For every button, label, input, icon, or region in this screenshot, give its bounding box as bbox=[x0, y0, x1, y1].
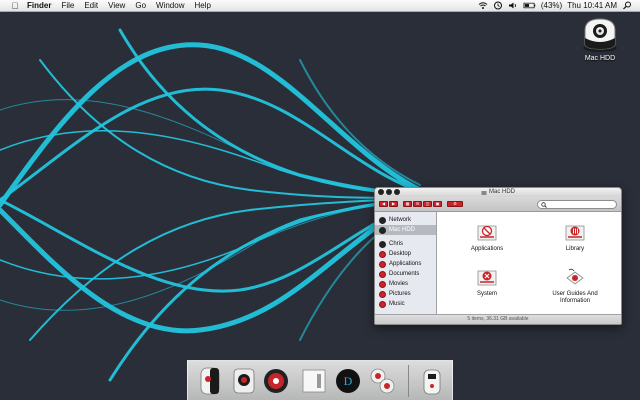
sidebar-item-label: Mac HDD bbox=[389, 227, 416, 233]
volume-icon[interactable] bbox=[508, 1, 518, 10]
menu-extras: (43%) Thu 10:41 AM bbox=[478, 1, 640, 10]
file-item-user-guides[interactable]: User Guides And Information bbox=[541, 267, 609, 305]
svg-text:D: D bbox=[344, 374, 353, 388]
search-icon bbox=[541, 201, 547, 208]
hdd-icon bbox=[379, 226, 386, 234]
sidebar-item-documents[interactable]: Documents bbox=[375, 269, 436, 279]
file-item-system[interactable]: System bbox=[453, 267, 521, 298]
menu-clock[interactable]: Thu 10:41 AM bbox=[567, 1, 617, 10]
forward-button[interactable]: ▶ bbox=[389, 201, 398, 207]
applications-folder-icon bbox=[477, 225, 497, 241]
sidebar-item-label: Music bbox=[389, 301, 405, 307]
network-icon bbox=[379, 216, 386, 224]
sidebar-item-movies[interactable]: Movies bbox=[375, 279, 436, 289]
apple-icon[interactable]:  bbox=[8, 1, 22, 11]
music-folder-icon bbox=[379, 300, 386, 308]
close-button[interactable] bbox=[378, 189, 384, 195]
wifi-icon[interactable] bbox=[478, 1, 488, 10]
view-buttons: ▦ ☰ ◫ ▣ bbox=[403, 201, 442, 207]
file-item-applications[interactable]: Applications bbox=[453, 222, 521, 253]
menu-edit[interactable]: Edit bbox=[79, 1, 103, 10]
mail-icon[interactable] bbox=[298, 364, 330, 398]
sidebar-item-mac-hdd[interactable]: Mac HDD bbox=[375, 225, 436, 235]
hdd-small-icon bbox=[481, 190, 487, 195]
hdd-icon bbox=[583, 18, 617, 52]
file-view[interactable]: Applications Library System User Guides … bbox=[437, 212, 621, 316]
zoom-button[interactable] bbox=[394, 189, 400, 195]
desktop-hdd-icon[interactable]: Mac HDD bbox=[574, 16, 626, 62]
sidebar-item-label: Chris bbox=[389, 241, 404, 247]
address-book-icon[interactable]: D bbox=[332, 364, 364, 398]
sidebar-item-label: Network bbox=[389, 217, 412, 223]
menu-bar:  Finder File Edit View Go Window Help (… bbox=[0, 0, 640, 12]
sidebar-item-label: Movies bbox=[389, 281, 409, 287]
dock: D bbox=[187, 360, 453, 400]
dashboard-icon[interactable] bbox=[228, 364, 260, 398]
action-button[interactable]: ⚙ bbox=[447, 201, 463, 207]
file-item-library[interactable]: Library bbox=[541, 222, 609, 253]
sidebar: Network Mac HDD Chris Desktop Applicatio… bbox=[375, 212, 437, 316]
file-item-label: Applications bbox=[470, 246, 504, 252]
time-machine-icon[interactable] bbox=[493, 1, 503, 10]
library-folder-icon bbox=[565, 225, 585, 241]
list-view-button[interactable]: ☰ bbox=[413, 201, 422, 207]
battery-icon[interactable] bbox=[523, 1, 536, 10]
sidebar-item-network[interactable]: Network bbox=[375, 215, 436, 225]
sidebar-item-applications[interactable]: Applications bbox=[375, 259, 436, 269]
menu-help[interactable]: Help bbox=[189, 1, 215, 10]
search-input[interactable] bbox=[549, 201, 615, 208]
file-item-label: System bbox=[476, 291, 497, 297]
pictures-folder-icon bbox=[379, 290, 386, 298]
back-button[interactable]: ◀ bbox=[379, 201, 388, 207]
window-toolbar: ◀ ▶ ▦ ☰ ◫ ▣ ⚙ bbox=[375, 197, 621, 212]
status-bar: 5 items, 36.31 GB available bbox=[375, 314, 621, 324]
ical-icon[interactable] bbox=[366, 364, 398, 398]
column-view-button[interactable]: ◫ bbox=[423, 201, 432, 207]
status-text: 5 items, 36.31 GB available bbox=[467, 316, 529, 322]
nav-buttons: ◀ ▶ bbox=[379, 201, 398, 207]
menu-go[interactable]: Go bbox=[130, 1, 151, 10]
file-item-label: User Guides And Information bbox=[552, 291, 598, 304]
movies-folder-icon bbox=[379, 280, 386, 288]
cover-flow-button[interactable]: ▣ bbox=[433, 201, 442, 207]
finder-window[interactable]: Mac HDD ◀ ▶ ▦ ☰ ◫ ▣ ⚙ Network Mac HDD Ch… bbox=[374, 187, 622, 325]
spotlight-icon[interactable] bbox=[622, 1, 632, 10]
sidebar-item-desktop[interactable]: Desktop bbox=[375, 249, 436, 259]
sidebar-item-label: Documents bbox=[389, 271, 420, 277]
menu-app-finder[interactable]: Finder bbox=[22, 1, 56, 10]
finder-icon[interactable] bbox=[194, 364, 226, 398]
file-item-label: Library bbox=[565, 246, 585, 252]
sidebar-item-chris[interactable]: Chris bbox=[375, 239, 436, 249]
sidebar-item-label: Applications bbox=[389, 261, 422, 267]
documents-folder-icon bbox=[379, 270, 386, 278]
sidebar-item-music[interactable]: Music bbox=[375, 299, 436, 309]
battery-percent[interactable]: (43%) bbox=[541, 1, 562, 10]
icon-view-button[interactable]: ▦ bbox=[403, 201, 412, 207]
menu-view[interactable]: View bbox=[103, 1, 130, 10]
sidebar-item-label: Desktop bbox=[389, 251, 412, 257]
system-folder-icon bbox=[477, 270, 497, 286]
window-body: Network Mac HDD Chris Desktop Applicatio… bbox=[375, 212, 621, 316]
search-field[interactable] bbox=[537, 200, 617, 209]
sidebar-item-label: Pictures bbox=[389, 291, 411, 297]
home-icon bbox=[379, 240, 386, 248]
dock-separator bbox=[408, 365, 409, 397]
trash-icon[interactable] bbox=[416, 364, 448, 398]
window-title: Mac HDD bbox=[481, 188, 515, 197]
menu-file[interactable]: File bbox=[56, 1, 79, 10]
desktop-folder-icon bbox=[379, 250, 386, 258]
desktop-hdd-label: Mac HDD bbox=[584, 55, 616, 62]
applications-folder-icon bbox=[379, 260, 386, 268]
window-controls bbox=[378, 189, 400, 195]
sidebar-item-pictures[interactable]: Pictures bbox=[375, 289, 436, 299]
itunes-icon[interactable] bbox=[260, 364, 292, 398]
menu-window[interactable]: Window bbox=[151, 1, 189, 10]
minimize-button[interactable] bbox=[386, 189, 392, 195]
window-title-text: Mac HDD bbox=[488, 189, 515, 195]
window-titlebar[interactable]: Mac HDD bbox=[375, 188, 621, 197]
user-guides-alias-icon bbox=[566, 268, 584, 285]
